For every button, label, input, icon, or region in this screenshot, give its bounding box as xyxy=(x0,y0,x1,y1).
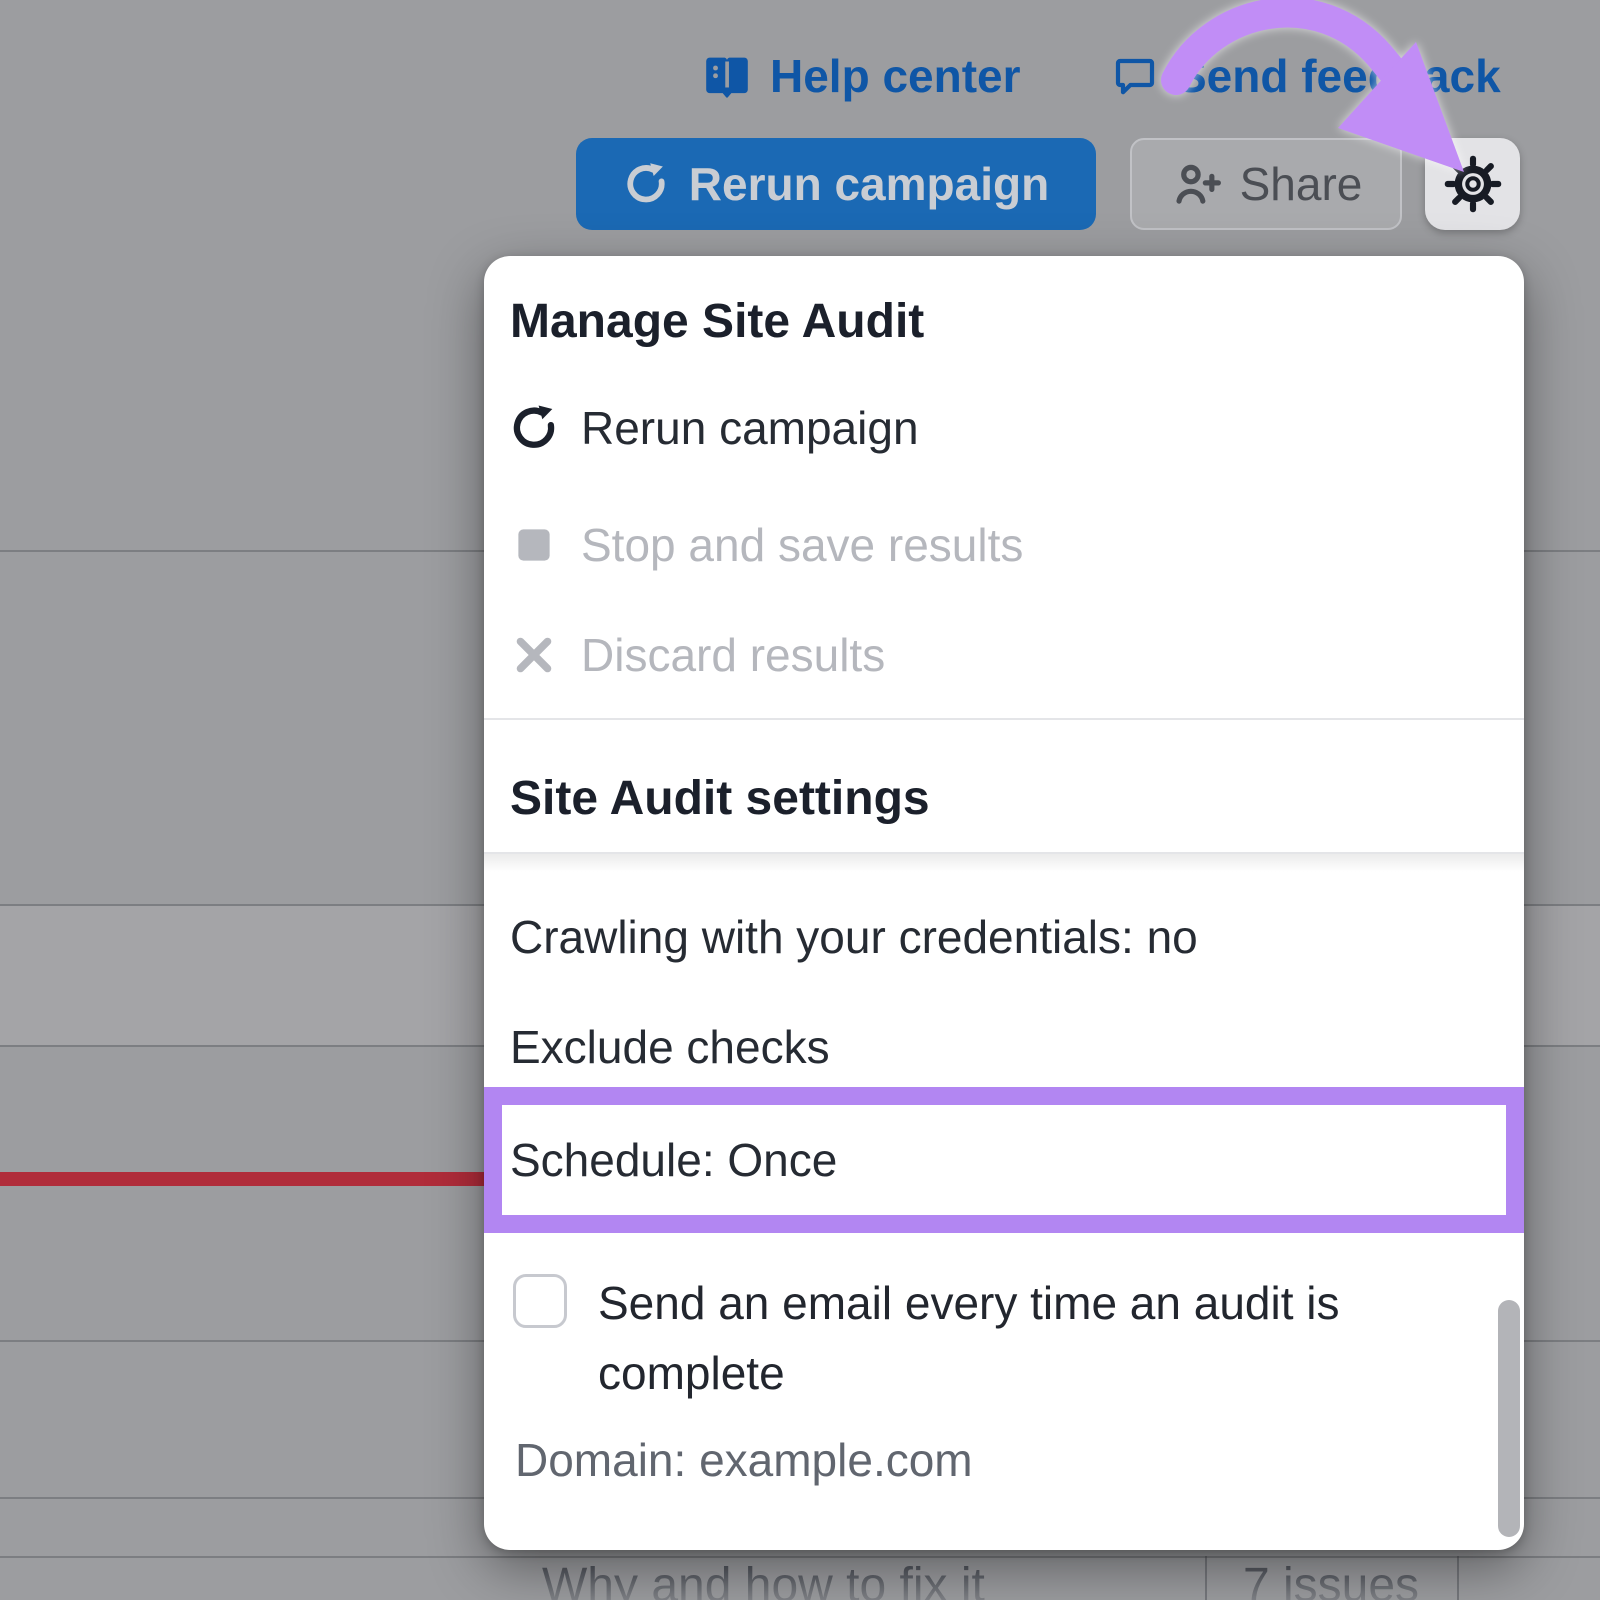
refresh-icon xyxy=(509,403,559,453)
scroll-shadow xyxy=(484,854,1524,872)
manage-site-audit-heading: Manage Site Audit xyxy=(510,296,1498,348)
menu-item-discard-results: Discard results xyxy=(509,623,1499,687)
menu-divider xyxy=(484,718,1524,720)
x-icon xyxy=(509,630,559,680)
settings-gear-button[interactable] xyxy=(1425,138,1520,230)
book-icon xyxy=(700,50,754,102)
menu-item-label: Stop and save results xyxy=(581,518,1023,572)
help-center-label: Help center xyxy=(770,49,1021,103)
share-button[interactable]: Share xyxy=(1130,138,1402,230)
menu-item-stop-and-save: Stop and save results xyxy=(509,513,1499,577)
menu-item-exclude-checks[interactable]: Exclude checks xyxy=(510,1015,1499,1079)
menu-item-schedule-highlighted[interactable]: Schedule: Once xyxy=(484,1087,1524,1233)
bg-table-header-issues: 7 issues xyxy=(1205,1558,1457,1600)
refresh-icon xyxy=(623,161,669,207)
bg-red-progress-line xyxy=(0,1172,486,1186)
site-audit-screen: Why and how to fix it 7 issues Help cent… xyxy=(0,0,1600,1600)
menu-item-label: Crawling with your credentials: no xyxy=(510,910,1198,964)
menu-item-label: Exclude checks xyxy=(510,1020,830,1074)
menu-item-crawling-credentials[interactable]: Crawling with your credentials: no xyxy=(510,905,1499,969)
menu-item-label: Discard results xyxy=(581,628,885,682)
site-audit-settings-heading: Site Audit settings xyxy=(510,773,1498,825)
share-label: Share xyxy=(1240,157,1363,211)
site-audit-settings-dropdown: Manage Site Audit Rerun campaign Stop an… xyxy=(484,256,1524,1550)
rerun-campaign-button[interactable]: Rerun campaign xyxy=(576,138,1096,230)
bg-table-header-why: Why and how to fix it xyxy=(542,1558,985,1600)
rerun-campaign-label: Rerun campaign xyxy=(689,157,1049,211)
person-plus-icon xyxy=(1170,157,1224,211)
help-center-link[interactable]: Help center xyxy=(700,46,1021,106)
dropdown-scrollbar-thumb[interactable] xyxy=(1498,1300,1520,1537)
send-feedback-link[interactable]: Send feedback xyxy=(1110,46,1501,106)
send-feedback-label: Send feedback xyxy=(1176,49,1501,103)
domain-label: Domain: example.com xyxy=(515,1432,973,1488)
email-audit-checkbox-label[interactable]: Send an email every time an audit is com… xyxy=(598,1268,1478,1408)
stop-icon xyxy=(509,520,559,570)
menu-item-label: Rerun campaign xyxy=(581,401,919,455)
email-audit-checkbox[interactable] xyxy=(513,1274,567,1328)
chat-icon xyxy=(1110,52,1160,100)
gear-icon xyxy=(1441,152,1505,216)
bg-column-divider xyxy=(1457,1556,1459,1600)
menu-item-rerun-campaign[interactable]: Rerun campaign xyxy=(509,396,1499,460)
schedule-label: Schedule: Once xyxy=(510,1133,837,1187)
